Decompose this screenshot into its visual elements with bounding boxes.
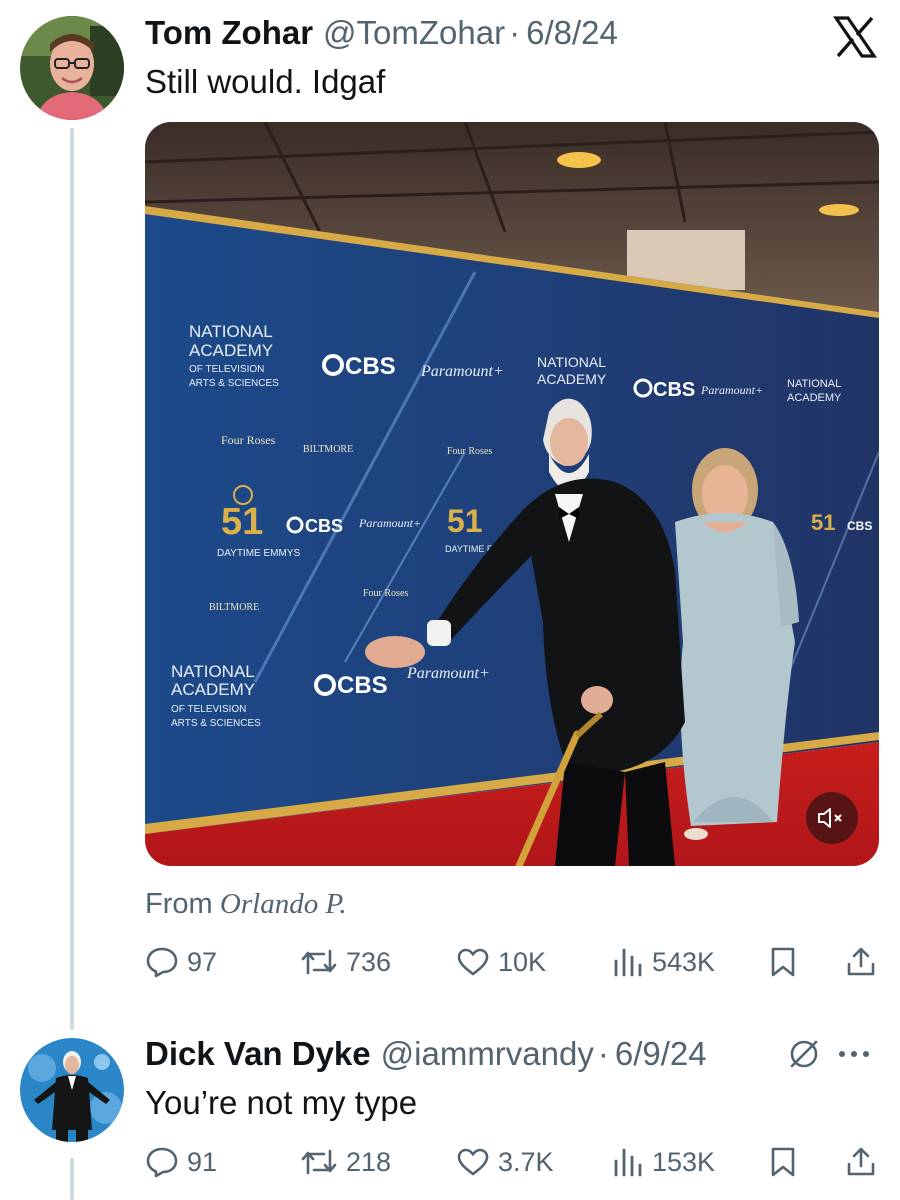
signage-text: ARTS & SCIENCES <box>189 378 279 389</box>
like-button[interactable]: 10K <box>456 947 546 978</box>
signage-text: CBS <box>653 379 695 401</box>
tweet-text: Still would. Idgaf <box>145 63 386 100</box>
signage-text: Paramount+ <box>406 665 490 682</box>
user-handle[interactable]: @iammrvandy <box>381 1034 594 1074</box>
share-icon <box>847 1147 875 1176</box>
reply-count: 97 <box>187 946 218 977</box>
tweet-actions: 91 218 3.7K 153K <box>145 1142 880 1182</box>
source-attribution[interactable]: From Orlando P. <box>145 884 347 924</box>
edited-icon[interactable] <box>786 1036 822 1077</box>
from-label: From <box>145 888 213 920</box>
like-count: 10K <box>498 946 547 977</box>
signage-text: BILTMORE <box>303 444 353 455</box>
separator-dot: · <box>509 14 521 51</box>
repost-count: 736 <box>346 946 392 977</box>
signage-text: NATIONAL <box>537 354 606 370</box>
tweet-text: You’re not my type <box>145 1084 418 1121</box>
bookmark-button[interactable] <box>768 946 798 978</box>
signage-text: DAYTIME EMMYS <box>217 548 300 559</box>
signage-text: NATIONAL <box>189 322 273 341</box>
display-name[interactable]: Dick Van Dyke <box>145 1034 371 1074</box>
video-frame: NATIONAL ACADEMY OF TELEVISION ARTS & SC… <box>145 122 879 866</box>
heart-icon <box>457 948 489 976</box>
views-button[interactable]: 543K <box>612 947 715 978</box>
signage-text: Four Roses <box>447 446 492 457</box>
x-logo-icon[interactable] <box>832 14 878 60</box>
bookmark-button[interactable] <box>768 1146 798 1178</box>
signage-text: Paramount+ <box>358 516 421 530</box>
share-button[interactable] <box>845 946 877 978</box>
signage-text: CBS <box>345 353 396 380</box>
signage-text: Four Roses <box>221 433 276 447</box>
repost-icon <box>301 949 337 975</box>
separator-dot: · <box>597 1035 609 1072</box>
repost-button[interactable]: 218 <box>300 1147 391 1178</box>
tweet-actions: 97 736 10K 543K <box>145 942 880 982</box>
signage-text: Paramount+ <box>420 363 504 380</box>
analytics-icon <box>614 948 642 977</box>
signage-text: OF TELEVISION <box>171 704 246 715</box>
reply-icon <box>146 947 178 978</box>
signage-text: NATIONAL <box>787 378 841 390</box>
bookmark-icon <box>771 947 795 977</box>
signage-text: Four Roses <box>363 588 408 599</box>
thread-view: Tom Zohar @TomZohar · 6/8/24 Still would… <box>0 0 900 1200</box>
signage-text: 51 <box>221 501 263 543</box>
signage-text: 51 <box>811 510 835 535</box>
signage-text: ACADEMY <box>537 371 607 387</box>
signage-text: OF TELEVISION <box>189 364 264 375</box>
bookmark-icon <box>771 1147 795 1177</box>
tweet-video[interactable]: NATIONAL ACADEMY OF TELEVISION ARTS & SC… <box>145 122 879 866</box>
signage-text: ACADEMY <box>171 680 255 699</box>
analytics-icon <box>614 1148 642 1177</box>
signage-text: BILTMORE <box>209 602 259 613</box>
tweet-header: Tom Zohar @TomZohar · 6/8/24 <box>145 13 618 53</box>
signage-text: NATIONAL <box>171 662 255 681</box>
avatar[interactable] <box>20 16 124 120</box>
more-options-icon[interactable] <box>834 1042 874 1071</box>
signage-text: ACADEMY <box>189 341 273 360</box>
share-icon <box>847 947 875 976</box>
thread-connector <box>70 128 74 1030</box>
view-count: 153K <box>652 1146 716 1177</box>
display-name[interactable]: Tom Zohar <box>145 13 313 53</box>
repost-count: 218 <box>346 1146 392 1177</box>
signage-text: ARTS & SCIENCES <box>171 718 261 729</box>
repost-button[interactable]: 736 <box>300 947 391 978</box>
signage-text: 51 <box>447 503 483 539</box>
tweet-date[interactable]: 6/9/24 <box>615 1034 707 1074</box>
view-count: 543K <box>652 946 716 977</box>
share-button[interactable] <box>845 1146 877 1178</box>
tweet-header: Dick Van Dyke @iammrvandy · 6/9/24 <box>145 1034 707 1074</box>
mute-icon <box>818 808 842 828</box>
reply-count: 91 <box>187 1146 218 1177</box>
signage-text: CBS <box>305 516 343 536</box>
repost-icon <box>301 1149 337 1175</box>
thread-connector <box>70 1158 74 1200</box>
avatar[interactable] <box>20 1038 124 1142</box>
reply-icon <box>146 1147 178 1178</box>
like-count: 3.7K <box>498 1146 554 1177</box>
mute-button[interactable] <box>806 792 858 844</box>
signage-text: CBS <box>337 672 388 699</box>
user-handle[interactable]: @TomZohar <box>323 13 505 53</box>
reply-button[interactable]: 97 <box>145 945 217 979</box>
heart-icon <box>457 1148 489 1176</box>
like-button[interactable]: 3.7K <box>456 1147 554 1178</box>
signage-text: ACADEMY <box>787 392 842 404</box>
reply-button[interactable]: 91 <box>145 1145 217 1179</box>
signage-text: CBS <box>847 519 872 533</box>
signage-text: Paramount+ <box>700 383 763 397</box>
source-name[interactable]: Orlando P. <box>220 888 347 920</box>
views-button[interactable]: 153K <box>612 1147 715 1178</box>
tweet-date[interactable]: 6/8/24 <box>526 13 618 53</box>
